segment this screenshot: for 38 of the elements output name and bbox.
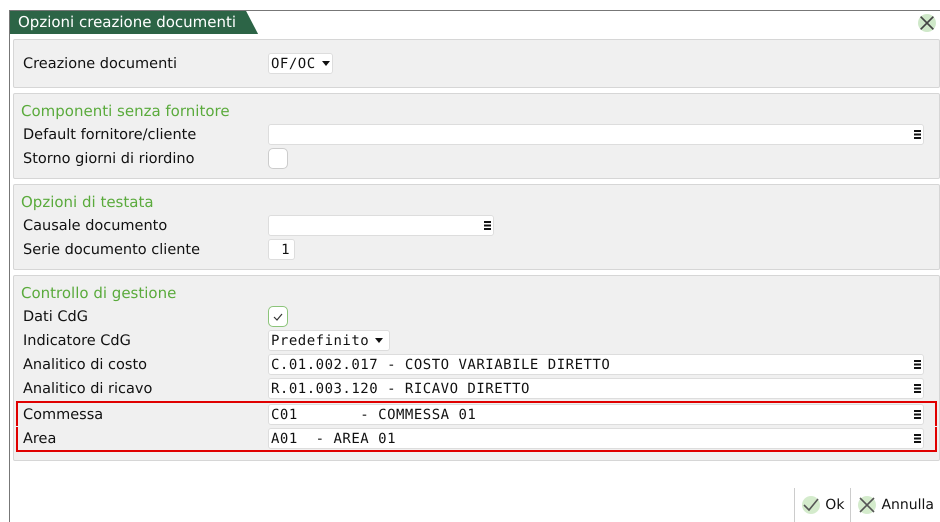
section-title: Componenti senza fornitore	[21, 101, 231, 122]
lookup-field[interactable]: R.01.003.120 - RICAVO DIRETTO	[268, 378, 924, 399]
checkbox[interactable]	[268, 306, 288, 327]
lookup-field[interactable]: C.01.002.017 - COSTO VARIABILE DIRETTO	[268, 354, 924, 375]
lookup-field[interactable]: C01 - COMMESSA 01	[268, 404, 924, 425]
list-icon[interactable]	[914, 434, 921, 443]
field-label: Creazione documenti	[23, 56, 178, 72]
field-label: Causale documento	[23, 218, 168, 234]
caret-icon	[322, 61, 330, 66]
field-label: Serie documento cliente	[23, 242, 202, 258]
list-icon[interactable]	[484, 221, 491, 230]
list-icon[interactable]	[914, 360, 921, 369]
list-icon[interactable]	[914, 410, 921, 419]
lookup-field[interactable]	[268, 124, 924, 145]
field-label: Dati CdG	[23, 308, 89, 324]
cross-icon	[858, 496, 876, 514]
list-icon[interactable]	[914, 384, 921, 393]
window-title: Opzioni creazione documenti	[10, 11, 258, 34]
field-label: Indicatore CdG	[23, 332, 132, 348]
field-label: Analitico di costo	[23, 356, 148, 372]
caret-icon	[375, 338, 384, 343]
dropdown[interactable]: Predefinito	[268, 330, 390, 351]
checkbox[interactable]	[268, 148, 288, 169]
lookup-field[interactable]: A01 - AREA 01	[268, 428, 924, 449]
section-title: Controllo di gestione	[21, 283, 178, 304]
section-title: Opzioni di testata	[21, 192, 155, 213]
field-label: Analitico di ricavo	[23, 380, 154, 396]
check-icon	[273, 312, 283, 320]
field-label: Area	[23, 430, 58, 446]
check-icon	[802, 496, 820, 514]
field-label: Commessa	[23, 406, 104, 422]
list-icon[interactable]	[914, 130, 921, 139]
field-label: Storno giorni di riordino	[23, 150, 196, 166]
number-field[interactable]: 1	[268, 239, 295, 260]
lookup-field[interactable]	[268, 215, 494, 236]
dropdown[interactable]: OF/OC	[268, 53, 333, 74]
field-label: Default fornitore/cliente	[23, 126, 198, 142]
close-icon[interactable]	[918, 14, 936, 32]
